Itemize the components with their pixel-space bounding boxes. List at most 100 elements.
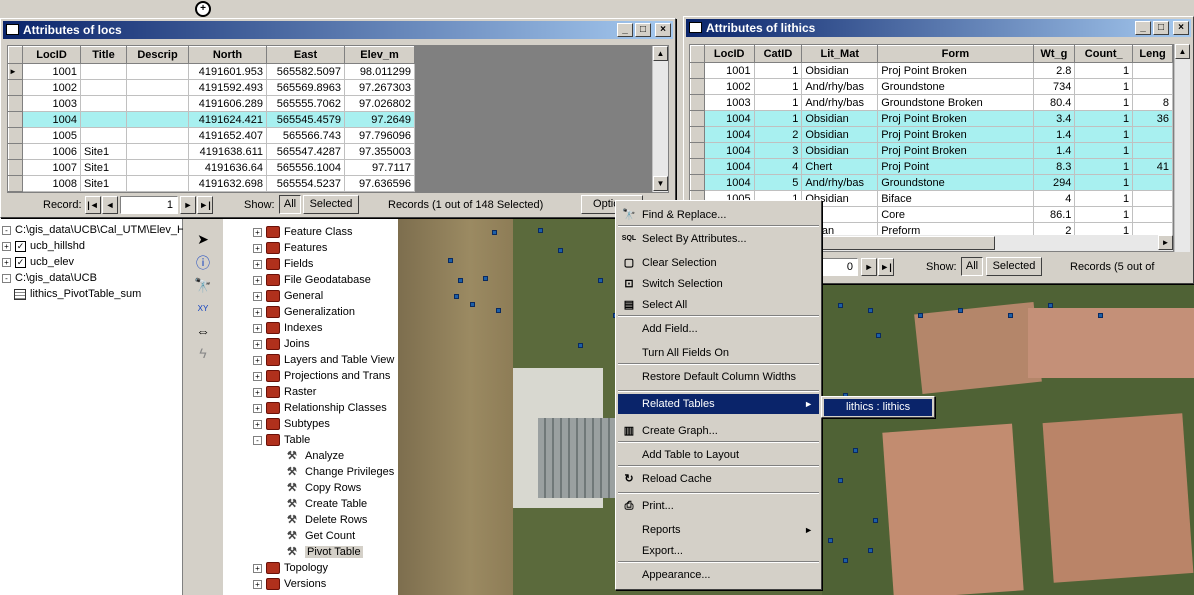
row-selector[interactable] bbox=[690, 126, 705, 143]
table-cell[interactable]: 97.267303 bbox=[344, 79, 415, 96]
scroll-right-button[interactable]: ► bbox=[1158, 235, 1173, 250]
locs-titlebar[interactable]: Attributes of locs _ □ × bbox=[3, 21, 673, 39]
menu-item-clear-selection[interactable]: ▢ Clear Selection bbox=[618, 253, 819, 273]
menu-item-add-field[interactable]: Add Field... bbox=[618, 319, 819, 339]
table-cell[interactable]: 4191624.421 bbox=[188, 111, 267, 128]
table-cell[interactable]: Proj Point Broken bbox=[877, 110, 1034, 127]
toc-item[interactable]: lithics_PivotTable_sum bbox=[14, 286, 141, 302]
menu-item-select-all[interactable]: ▤ Select All bbox=[618, 295, 819, 315]
row-selector[interactable] bbox=[690, 174, 705, 191]
show-selected-button[interactable]: Selected bbox=[986, 257, 1042, 276]
table-cell[interactable]: 4191638.611 bbox=[188, 143, 267, 160]
table-cell[interactable] bbox=[1132, 190, 1173, 207]
table-cell[interactable] bbox=[1132, 174, 1173, 191]
row-selector[interactable] bbox=[8, 111, 23, 128]
table-cell[interactable]: 98.011299 bbox=[344, 63, 415, 80]
expand-icon[interactable]: + bbox=[253, 387, 262, 397]
tool-item[interactable]: ⚒ Delete Rows bbox=[287, 512, 367, 528]
table-cell[interactable] bbox=[1132, 206, 1173, 223]
table-cell[interactable]: 97.7117 bbox=[344, 159, 415, 176]
table-cell[interactable]: 734 bbox=[1033, 78, 1076, 95]
column-header[interactable]: LocID bbox=[703, 45, 755, 63]
table-cell[interactable]: 4191652.407 bbox=[188, 127, 267, 144]
row-selector[interactable] bbox=[8, 143, 23, 160]
table-cell[interactable]: 1.4 bbox=[1033, 126, 1076, 143]
map-feature-point[interactable] bbox=[470, 302, 475, 307]
map-feature-point[interactable] bbox=[558, 248, 563, 253]
map-feature-point[interactable] bbox=[448, 258, 453, 263]
previous-record-button[interactable]: ◄ bbox=[102, 196, 118, 214]
table-options-menu[interactable]: 🔭 Find & Replace... SQL Select By Attribute… bbox=[615, 200, 822, 590]
table-cell[interactable]: 1.4 bbox=[1033, 142, 1076, 159]
table-row[interactable]: 1004 4 Chert Proj Point 8.3 1 41 bbox=[690, 158, 1173, 175]
table-cell[interactable]: 565547.4287 bbox=[266, 143, 345, 160]
info-icon[interactable]: ⓘ bbox=[192, 254, 214, 272]
table-cell[interactable]: 1 bbox=[1074, 158, 1134, 175]
table-cell[interactable]: 4 bbox=[754, 158, 803, 175]
table-row[interactable]: 1002 4191592.493 565569.8963 97.267303 bbox=[8, 79, 415, 96]
tool-item[interactable]: ⚒ Copy Rows bbox=[287, 480, 361, 496]
table-cell[interactable]: 1003 bbox=[22, 95, 81, 112]
tool-item[interactable]: ⚒ Pivot Table bbox=[287, 544, 363, 560]
table-cell[interactable]: 80.4 bbox=[1033, 94, 1076, 111]
table-cell[interactable]: Site1 bbox=[80, 143, 127, 160]
table-cell[interactable]: 97.355003 bbox=[344, 143, 415, 160]
toolset-item[interactable]: + Layers and Table View bbox=[253, 352, 394, 368]
table-row[interactable]: 1008 Site1 4191632.698 565554.5237 97.636596 bbox=[8, 175, 415, 192]
table-cell[interactable]: 8.3 bbox=[1033, 158, 1076, 175]
menu-item-turn-all-fields-on[interactable]: Turn All Fields On bbox=[618, 343, 819, 363]
map-feature-point[interactable] bbox=[868, 308, 873, 313]
table-cell[interactable]: 1004 bbox=[704, 110, 755, 127]
table-cell[interactable]: 1 bbox=[754, 78, 803, 95]
table-cell[interactable]: 1005 bbox=[22, 127, 81, 144]
table-cell[interactable]: 565554.5237 bbox=[266, 175, 345, 192]
go-to-xy-icon[interactable]: XY bbox=[192, 300, 214, 318]
toolset-item[interactable]: + Versions bbox=[253, 576, 326, 592]
layer-checkbox[interactable]: ✓ bbox=[15, 240, 26, 252]
expand-icon[interactable]: + bbox=[253, 259, 262, 269]
binoculars-icon[interactable]: 🔭 bbox=[192, 276, 214, 294]
map-feature-point[interactable] bbox=[598, 278, 603, 283]
table-cell[interactable]: 1 bbox=[754, 62, 803, 79]
table-cell[interactable]: 1004 bbox=[704, 126, 755, 143]
map-feature-point[interactable] bbox=[1048, 303, 1053, 308]
column-header[interactable]: Elev_m bbox=[344, 46, 415, 64]
map-feature-point[interactable] bbox=[868, 548, 873, 553]
related-tables-submenu[interactable]: lithics : lithics bbox=[821, 396, 935, 418]
column-header[interactable]: Form bbox=[877, 45, 1034, 63]
table-cell[interactable]: 565545.4579 bbox=[266, 111, 345, 128]
table-cell[interactable]: 565582.5097 bbox=[266, 63, 345, 80]
menu-item-print[interactable]: ⎙ Print... bbox=[618, 496, 819, 516]
row-selector[interactable] bbox=[690, 62, 705, 79]
table-cell[interactable]: 1006 bbox=[22, 143, 81, 160]
toc-item[interactable]: + ✓ ucb_elev bbox=[2, 254, 74, 270]
table-cell[interactable]: Biface bbox=[877, 190, 1034, 207]
row-selector[interactable] bbox=[690, 78, 705, 95]
collapse-icon[interactable]: - bbox=[2, 225, 11, 235]
table-cell[interactable]: 97.2649 bbox=[344, 111, 415, 128]
table-cell[interactable]: 97.636596 bbox=[344, 175, 415, 192]
row-selector[interactable] bbox=[8, 95, 23, 112]
table-cell[interactable]: 1 bbox=[1074, 62, 1134, 79]
expand-icon[interactable]: + bbox=[253, 563, 262, 573]
measure-icon[interactable]: ⇔ bbox=[192, 322, 214, 340]
column-header[interactable]: Title bbox=[80, 46, 127, 64]
show-all-button[interactable]: All bbox=[279, 195, 301, 214]
expand-icon[interactable]: + bbox=[253, 355, 262, 365]
table-cell[interactable]: Site1 bbox=[80, 175, 127, 192]
table-cell[interactable]: And/rhy/bas bbox=[801, 78, 879, 95]
table-cell[interactable]: 1004 bbox=[22, 111, 81, 128]
row-selector[interactable] bbox=[690, 142, 705, 159]
last-record-button[interactable]: ►| bbox=[197, 196, 213, 214]
table-cell[interactable] bbox=[1132, 126, 1173, 143]
expand-icon[interactable]: + bbox=[253, 403, 262, 413]
table-cell[interactable] bbox=[1132, 78, 1173, 95]
table-row[interactable]: 1001 1 Obsidian Proj Point Broken 2.8 1 bbox=[690, 62, 1173, 79]
toolset-item[interactable]: + Relationship Classes bbox=[253, 400, 387, 416]
next-record-button[interactable]: ► bbox=[180, 196, 196, 214]
expand-icon[interactable]: + bbox=[253, 227, 262, 237]
table-cell[interactable]: Groundstone Broken bbox=[877, 94, 1034, 111]
toc-item[interactable]: - C:\gis_data\UCB bbox=[2, 270, 97, 286]
table-cell[interactable]: 1 bbox=[1074, 190, 1134, 207]
scroll-thumb[interactable] bbox=[795, 236, 995, 250]
